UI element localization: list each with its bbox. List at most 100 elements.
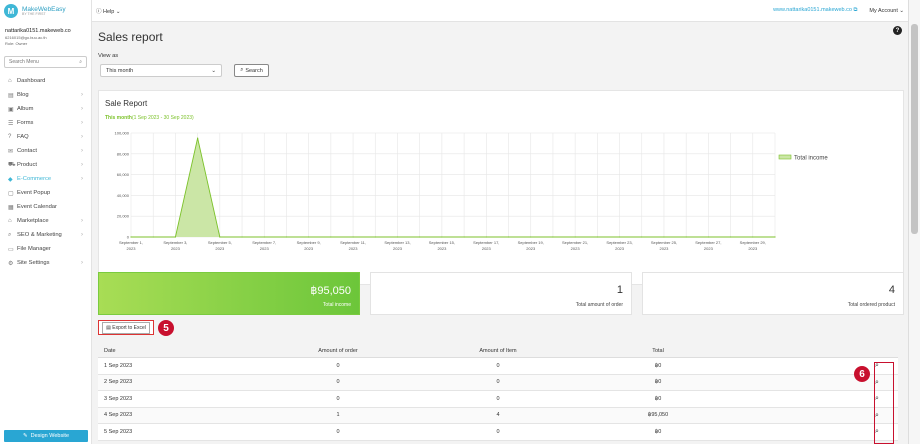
x-tick-label-year: 2023 bbox=[349, 246, 359, 251]
view-as-select[interactable]: This month ⌄ bbox=[100, 64, 222, 77]
data-point bbox=[707, 236, 709, 238]
export-excel-button[interactable]: ▤ Export to Excel bbox=[98, 320, 154, 335]
sidebar-item-blog[interactable]: ▤ Blog › bbox=[0, 88, 91, 102]
search-icon: ⌕ bbox=[79, 59, 82, 66]
search-button[interactable]: ⌕ Search bbox=[234, 64, 269, 77]
sidebar-item-seo-marketing[interactable]: ⌕ SEO & Marketing › bbox=[0, 228, 91, 242]
help-label: Help bbox=[103, 8, 115, 15]
x-tick-label-year: 2023 bbox=[215, 246, 225, 251]
x-tick-label: September 27, bbox=[695, 240, 721, 245]
data-point bbox=[152, 236, 154, 238]
question-icon[interactable]: ? bbox=[893, 26, 902, 35]
x-tick-label: September 5, bbox=[208, 240, 232, 245]
total-income-value: ฿95,050 bbox=[310, 285, 351, 297]
search-menu-input[interactable]: Search Menu ⌕ bbox=[4, 56, 87, 69]
total-orders-value: 1 bbox=[616, 284, 623, 296]
header-amount-of-order: Amount of order bbox=[318, 347, 358, 354]
sidebar-item-dashboard[interactable]: ⌂ Dashboard bbox=[0, 74, 91, 88]
cell-date: 4 Sep 2023 bbox=[104, 412, 133, 419]
scrollbar-thumb[interactable] bbox=[911, 24, 918, 234]
sidebar-item-marketplace[interactable]: ⌂ Marketplace › bbox=[0, 214, 91, 228]
image-icon: ▣ bbox=[8, 106, 14, 113]
data-point bbox=[552, 236, 554, 238]
sidebar-item-faq[interactable]: ? FAQ › bbox=[0, 130, 91, 144]
sidebar-menu: ⌂ Dashboard ▤ Blog › ▣ Album › ☰ Forms ›? FAQ › ✉ Cont… bbox=[0, 74, 91, 270]
x-tick-label: September 29, bbox=[740, 240, 766, 245]
y-tick-label: 40,000 bbox=[117, 193, 130, 198]
site-link[interactable]: www.nattarika0151.makeweb.co ⧉ bbox=[773, 7, 857, 14]
sidebar-item-label: Event Calendar bbox=[17, 204, 57, 211]
data-point bbox=[197, 137, 199, 139]
data-point bbox=[241, 236, 243, 238]
data-point bbox=[685, 236, 687, 238]
top-bar: ⓘ Help ⌄ www.nattarika0151.makeweb.co ⧉ … bbox=[92, 0, 908, 22]
sidebar-item-e-commerce[interactable]: ◆ E-Commerce › bbox=[0, 172, 91, 186]
pencil-icon: ✎ bbox=[22, 433, 28, 439]
logo[interactable]: M MakeWebEasy BY THE FIRST bbox=[0, 0, 91, 22]
data-point bbox=[374, 236, 376, 238]
help-menu[interactable]: ⓘ Help ⌄ bbox=[96, 7, 121, 15]
site-link-label: www.nattarika0151.makeweb.co bbox=[773, 7, 852, 13]
sidebar-item-file-manager[interactable]: ▭ File Manager bbox=[0, 242, 91, 256]
mail-icon: ✉ bbox=[8, 148, 14, 155]
data-point bbox=[130, 236, 132, 238]
series-area-total-income bbox=[131, 138, 775, 237]
account-info: nattarika0151.makeweb.co 6216015@go.buu.… bbox=[0, 22, 91, 46]
data-point bbox=[485, 236, 487, 238]
data-point bbox=[174, 236, 177, 238]
sale-report-chart: 100,00080,00060,00040,00020,0000Septembe… bbox=[115, 131, 829, 252]
sidebar-item-product[interactable]: ⛟ Product › bbox=[0, 158, 91, 172]
total-income-label: Total income bbox=[322, 302, 351, 308]
external-link-icon: ⧉ bbox=[853, 7, 858, 13]
cell-amount-of-item: 4 bbox=[496, 412, 500, 419]
x-tick-label-year: 2023 bbox=[704, 246, 714, 251]
cell-total: ฿0 bbox=[654, 362, 662, 369]
x-tick-label-year: 2023 bbox=[748, 246, 758, 251]
my-account-menu[interactable]: My Account ⌄ bbox=[869, 8, 904, 14]
sidebar-item-label: E-Commerce bbox=[17, 176, 52, 183]
sidebar-item-contact[interactable]: ✉ Contact › bbox=[0, 144, 91, 158]
sidebar-item-album[interactable]: ▣ Album › bbox=[0, 102, 91, 116]
data-point bbox=[219, 236, 221, 238]
store-icon: ⌂ bbox=[8, 218, 12, 225]
sidebar-item-label: File Manager bbox=[17, 246, 51, 253]
chevron-right-icon: › bbox=[81, 148, 83, 155]
sidebar-item-label: FAQ bbox=[17, 134, 29, 141]
x-tick-label: September 23, bbox=[606, 240, 632, 245]
file-icon: ▤ bbox=[106, 324, 111, 331]
sidebar-item-forms[interactable]: ☰ Forms › bbox=[0, 116, 91, 130]
cell-date: 2 Sep 2023 bbox=[104, 379, 133, 386]
total-income-card: ฿95,050 Total income bbox=[98, 272, 360, 315]
x-tick-label-year: 2023 bbox=[526, 246, 536, 251]
series-line-total-income bbox=[131, 138, 775, 238]
document-icon: ▤ bbox=[8, 92, 14, 99]
data-point bbox=[641, 236, 643, 238]
sales-table: Date Amount of order Amount of Item Tota… bbox=[98, 344, 898, 441]
cell-amount-of-order: 0 bbox=[336, 395, 340, 402]
chevron-down-icon: ⌄ bbox=[211, 67, 216, 74]
y-tick-label: 20,000 bbox=[117, 214, 130, 219]
sidebar-item-event-calendar[interactable]: ▦ Event Calendar bbox=[0, 200, 91, 214]
sidebar-item-site-settings[interactable]: ⚙ Site Settings › bbox=[0, 256, 91, 270]
account-site: nattarika0151.makeweb.co bbox=[5, 28, 71, 34]
x-tick-label-year: 2023 bbox=[482, 246, 492, 251]
data-point bbox=[618, 236, 621, 238]
x-tick-label-year: 2023 bbox=[393, 246, 403, 251]
scrollbar[interactable] bbox=[908, 0, 920, 444]
data-point bbox=[463, 236, 465, 238]
sidebar-item-event-popup[interactable]: ▢ Event Popup bbox=[0, 186, 91, 200]
design-website-button[interactable]: ✎ Design Website bbox=[4, 430, 88, 442]
sidebar-item-label: Contact bbox=[17, 148, 37, 155]
table-row: 2 Sep 2023 0 0 ฿0 ⌕ bbox=[98, 374, 898, 391]
question-icon: ? bbox=[8, 134, 12, 141]
total-products-card: 4 Total ordered product bbox=[642, 272, 904, 315]
data-point bbox=[663, 236, 665, 238]
x-tick-label: September 1, bbox=[119, 240, 143, 245]
data-point bbox=[285, 236, 288, 238]
list-icon: ☰ bbox=[8, 120, 14, 127]
cart-icon: ⛟ bbox=[8, 162, 16, 169]
chevron-right-icon: › bbox=[81, 120, 83, 127]
view-as-label: View as bbox=[98, 53, 119, 59]
sidebar-item-label: Marketplace bbox=[17, 218, 49, 225]
cell-total: ฿0 bbox=[654, 428, 662, 435]
